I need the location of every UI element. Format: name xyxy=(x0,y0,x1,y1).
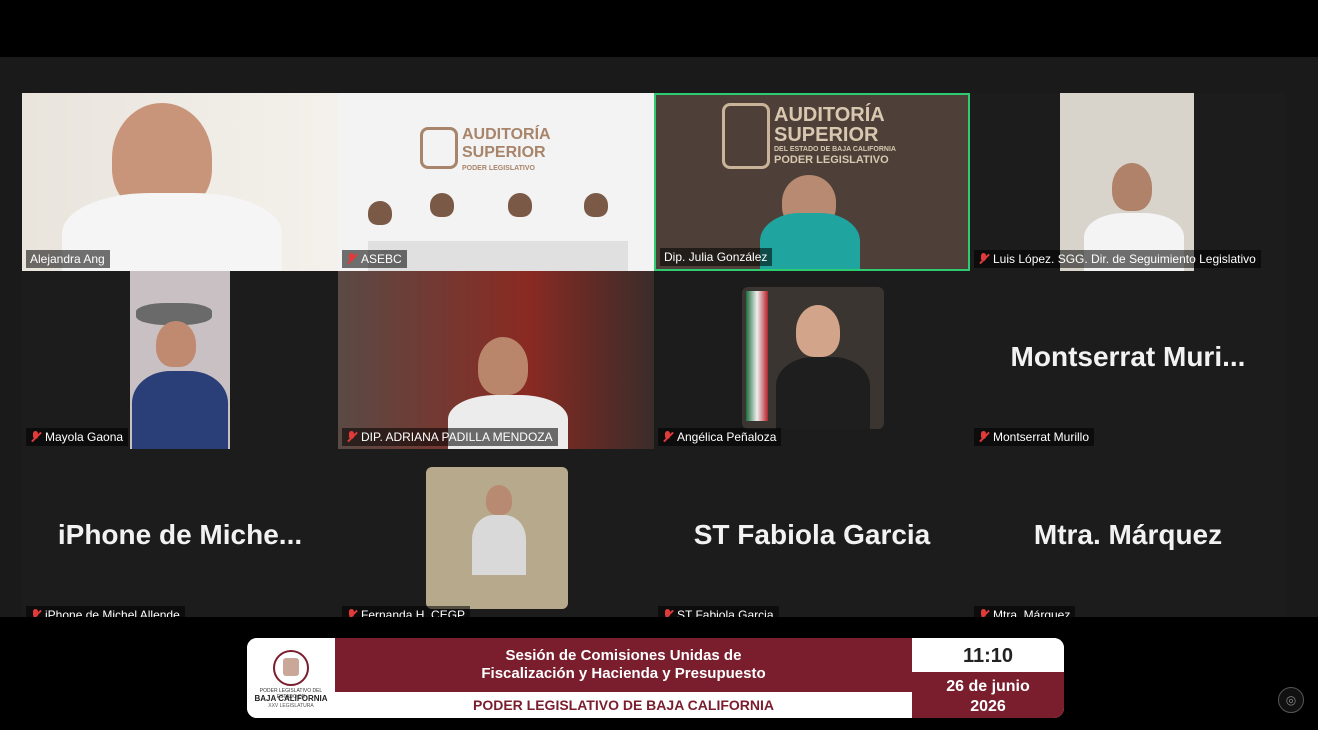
mic-muted-icon xyxy=(346,609,357,617)
participant-shirt xyxy=(132,371,228,449)
participant-tile[interactable]: Mayola Gaona xyxy=(22,271,338,449)
participant-display-name: ST Fabiola Garcia xyxy=(693,519,931,550)
participant-name: Angélica Peñaloza xyxy=(677,430,777,444)
participant-face xyxy=(584,193,608,217)
participant-display-name: iPhone de Miche... xyxy=(57,519,303,550)
participant-face xyxy=(1112,163,1152,211)
session-subtitle: PODER LEGISLATIVO DE BAJA CALIFORNIA xyxy=(335,692,912,718)
participant-tile-camera-off[interactable]: iPhone de Miche... iPhone de Michel Alle… xyxy=(22,449,338,617)
name-tag: Angélica Peñaloza xyxy=(658,428,782,446)
participant-tile-active-speaker[interactable]: AUDITORÍA SUPERIOR DEL ESTADO DE BAJA CA… xyxy=(654,93,970,271)
name-tag: DIP. ADRIANA PADILLA MENDOZA xyxy=(342,428,558,446)
participant-name: Dip. Julia González xyxy=(664,250,768,264)
mic-muted-icon xyxy=(346,253,357,265)
session-date: 26 de junio 2026 xyxy=(912,672,1064,718)
backdrop-text: AUDITORÍA xyxy=(774,104,885,126)
participant-name: ST Fabiola Garcia xyxy=(677,608,774,617)
participant-tile-camera-off[interactable]: Mtra. Márquez Mtra. Márquez xyxy=(970,449,1286,617)
session-title-line: Sesión de Comisiones Unidas de xyxy=(505,647,742,664)
participant-blazer xyxy=(776,357,870,429)
backdrop-text: AUDITORÍA xyxy=(462,126,551,143)
name-tag: Fernanda H. CEGP xyxy=(342,606,471,617)
legislature-logo: PODER LEGISLATIVO DEL ESTADO DE BAJA CAL… xyxy=(247,638,335,718)
auditoria-seal-icon xyxy=(722,103,770,169)
name-tag: ST Fabiola Garcia xyxy=(658,606,779,617)
top-black-bar xyxy=(0,0,1318,57)
name-tag: Mayola Gaona xyxy=(26,428,129,446)
participant-tile[interactable]: AUDITORÍA SUPERIOR PODER LEGISLATIVO ASE… xyxy=(338,93,654,271)
participant-display-name: Montserrat Muri... xyxy=(1010,341,1246,372)
participant-tile[interactable]: Fernanda H. CEGP xyxy=(338,449,654,617)
participant-face xyxy=(156,321,196,367)
mic-muted-icon xyxy=(30,431,41,443)
name-tag: ASEBC xyxy=(342,250,407,268)
auditoria-seal-icon xyxy=(420,127,458,169)
logo-text: BAJA CALIFORNIA xyxy=(254,694,328,703)
participant-grid: Alejandra Ang AUDITORÍA SUPERIOR PODER L… xyxy=(22,93,1286,617)
mic-muted-icon xyxy=(662,609,673,617)
participant-tile[interactable]: Angélica Peñaloza xyxy=(654,271,970,449)
participant-face xyxy=(430,193,454,217)
participant-face xyxy=(796,305,840,357)
participant-tile[interactable]: Luis López. SGG. Dir. de Seguimiento Leg… xyxy=(970,93,1286,271)
flag xyxy=(746,291,768,421)
backdrop-text: PODER LEGISLATIVO xyxy=(462,165,535,172)
participant-name: Mtra. Márquez xyxy=(993,608,1071,617)
name-tag: Dip. Julia González xyxy=(660,248,773,266)
backdrop-text: SUPERIOR xyxy=(462,144,546,161)
session-title-line: Fiscalización y Hacienda y Presupuesto xyxy=(481,665,766,682)
participant-tile-camera-off[interactable]: ST Fabiola Garcia ST Fabiola Garcia xyxy=(654,449,970,617)
participant-dress xyxy=(760,213,860,269)
mic-muted-icon xyxy=(978,431,989,443)
date-line: 26 de junio xyxy=(946,678,1030,695)
mic-muted-icon xyxy=(978,609,989,617)
participant-coat xyxy=(472,515,526,575)
mic-muted-icon xyxy=(346,431,357,443)
name-tag: Montserrat Murillo xyxy=(974,428,1095,446)
participant-face xyxy=(368,201,392,225)
channel-watermark-icon: ◎ xyxy=(1278,687,1304,713)
name-tag: iPhone de Michel Allende xyxy=(26,606,185,617)
participant-name: ASEBC xyxy=(361,252,402,266)
participant-name: Mayola Gaona xyxy=(45,430,124,444)
backdrop-text: DEL ESTADO DE BAJA CALIFORNIA xyxy=(774,146,896,153)
mic-muted-icon xyxy=(30,609,41,617)
backdrop-text: PODER LEGISLATIVO xyxy=(774,154,889,166)
mic-muted-icon xyxy=(978,253,989,265)
participant-tile[interactable]: Alejandra Ang xyxy=(22,93,338,271)
participant-name: Montserrat Murillo xyxy=(993,430,1090,444)
legislature-seal-icon xyxy=(273,650,309,686)
table xyxy=(368,241,628,271)
participant-face xyxy=(508,193,532,217)
clock-time: 11:10 xyxy=(912,638,1064,672)
participant-name: iPhone de Michel Allende xyxy=(45,608,180,617)
backdrop-text: SUPERIOR xyxy=(774,124,879,146)
participant-name: DIP. ADRIANA PADILLA MENDOZA xyxy=(361,430,553,444)
name-tag: Alejandra Ang xyxy=(26,250,110,268)
date-line: 2026 xyxy=(970,698,1006,715)
participant-name: Luis López. SGG. Dir. de Seguimiento Leg… xyxy=(993,252,1256,266)
logo-text: XXV LEGISLATURA xyxy=(268,703,314,709)
name-tag: Mtra. Márquez xyxy=(974,606,1076,617)
name-tag: Luis López. SGG. Dir. de Seguimiento Leg… xyxy=(974,250,1261,268)
participant-tile-camera-off[interactable]: Montserrat Muri... Montserrat Murillo xyxy=(970,271,1286,449)
mic-muted-icon xyxy=(662,431,673,443)
participant-tile[interactable]: DIP. ADRIANA PADILLA MENDOZA xyxy=(338,271,654,449)
participant-name: Fernanda H. CEGP xyxy=(361,608,466,617)
participant-face xyxy=(486,485,512,515)
broadcast-banner: PODER LEGISLATIVO DEL ESTADO DE BAJA CAL… xyxy=(247,638,1064,718)
video-stage: Alejandra Ang AUDITORÍA SUPERIOR PODER L… xyxy=(0,57,1318,617)
participant-display-name: Mtra. Márquez xyxy=(1033,519,1223,550)
participant-name: Alejandra Ang xyxy=(30,252,105,266)
participant-face xyxy=(478,337,528,395)
session-title: Sesión de Comisiones Unidas de Fiscaliza… xyxy=(335,638,912,692)
